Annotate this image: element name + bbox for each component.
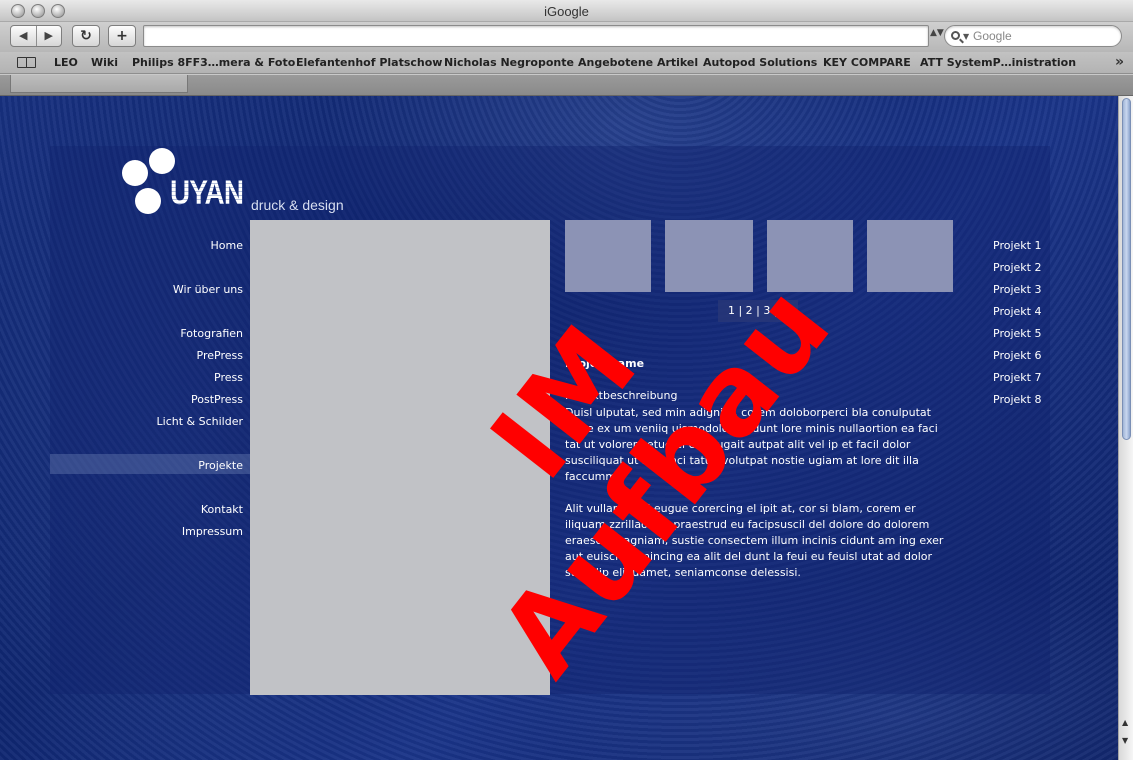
- project-link-5[interactable]: Projekt 5: [993, 327, 1041, 340]
- project-paragraph: Alit vullamet, si eugue corercing el ipi…: [565, 502, 944, 579]
- project-thumbnail[interactable]: [565, 220, 651, 292]
- project-link-4[interactable]: Projekt 4: [993, 305, 1041, 318]
- forward-button[interactable]: ▶: [37, 26, 62, 46]
- url-stepper-icon[interactable]: ▲▼: [930, 28, 944, 38]
- bookmark-item[interactable]: LEO: [54, 56, 78, 69]
- vertical-scrollbar[interactable]: ▲ ▼: [1118, 96, 1133, 760]
- scroll-down-icon[interactable]: ▼: [1122, 736, 1128, 745]
- nav-projekte[interactable]: Projekte: [198, 459, 243, 472]
- page-viewport: UYAN druck & design Home Wir über uns Fo…: [0, 96, 1118, 760]
- project-thumbnail[interactable]: [767, 220, 853, 292]
- nav-impressum[interactable]: Impressum: [182, 525, 243, 538]
- nav-prepress[interactable]: PrePress: [197, 349, 243, 362]
- logo-dot: [135, 188, 161, 214]
- project-thumbnail[interactable]: [665, 220, 753, 292]
- bookmark-item[interactable]: Angebotene Artikel: [578, 56, 698, 69]
- logo-wordmark: UYAN: [170, 174, 244, 212]
- bookmark-item[interactable]: Philips 8FF3…mera & Foto: [132, 56, 295, 69]
- bookmarks-book-icon[interactable]: [17, 57, 37, 68]
- project-image-placeholder: [250, 220, 550, 695]
- browser-toolbar: ◀ ▶ ↻ + ▲▼ Google ▼: [0, 22, 1133, 52]
- nav-press[interactable]: Press: [214, 371, 243, 384]
- back-forward-group: ◀ ▶: [10, 25, 62, 47]
- bookmark-item[interactable]: Nicholas Negroponte: [444, 56, 574, 69]
- browser-tab[interactable]: [10, 75, 188, 93]
- project-link-7[interactable]: Projekt 7: [993, 371, 1041, 384]
- logo-tagline: druck & design: [251, 197, 344, 213]
- search-icon: [951, 31, 960, 40]
- nav-fotografien[interactable]: Fotografien: [180, 327, 243, 340]
- bookmarks-bar: LEO Wiki Philips 8FF3…mera & Foto Elefan…: [0, 52, 1133, 74]
- nav-licht-schilder[interactable]: Licht & Schilder: [157, 415, 243, 428]
- add-bookmark-button[interactable]: +: [108, 25, 136, 47]
- site-logo[interactable]: UYAN druck & design: [122, 148, 352, 220]
- bookmark-item[interactable]: Elefantenhof Platschow: [296, 56, 442, 69]
- project-link-8[interactable]: Projekt 8: [993, 393, 1041, 406]
- project-name-heading: Projektname: [565, 357, 645, 370]
- more-bookmarks-button[interactable]: »: [1115, 54, 1124, 70]
- thumbnail-pagination[interactable]: 1 | 2 | 3 | 4: [718, 300, 798, 322]
- back-button[interactable]: ◀: [11, 26, 37, 46]
- project-description-title: Projektbeschreibung: [565, 389, 678, 402]
- logo-dot: [149, 148, 175, 174]
- address-field[interactable]: [143, 25, 929, 47]
- project-thumbnail[interactable]: [867, 220, 953, 292]
- bookmark-item[interactable]: KEY COMPARE: [823, 56, 911, 69]
- project-link-6[interactable]: Projekt 6: [993, 349, 1041, 362]
- window-title: iGoogle: [544, 4, 589, 19]
- project-link-3[interactable]: Projekt 3: [993, 283, 1041, 296]
- scroll-up-icon[interactable]: ▲: [1122, 718, 1128, 727]
- scrollbar-thumb[interactable]: [1122, 98, 1131, 440]
- nav-home[interactable]: Home: [211, 239, 243, 252]
- bookmark-item[interactable]: Autopod Solutions: [703, 56, 817, 69]
- project-paragraph: Duisl ulputat, sed min adigniat, corem d…: [565, 406, 938, 483]
- bookmark-item[interactable]: ATT SystemP…inistration: [920, 56, 1076, 69]
- nav-postpress[interactable]: PostPress: [191, 393, 243, 406]
- search-input[interactable]: Google: [944, 25, 1122, 47]
- chevron-down-icon[interactable]: ▼: [963, 32, 969, 41]
- nav-kontakt[interactable]: Kontakt: [201, 503, 243, 516]
- window-titlebar: iGoogle: [0, 0, 1133, 22]
- project-link-1[interactable]: Projekt 1: [993, 239, 1041, 252]
- nav-wir-ueber-uns[interactable]: Wir über uns: [173, 283, 243, 296]
- project-link-2[interactable]: Projekt 2: [993, 261, 1041, 274]
- logo-dot: [122, 160, 148, 186]
- reload-button[interactable]: ↻: [72, 25, 100, 47]
- tab-strip: [0, 75, 1133, 96]
- bookmark-item[interactable]: Wiki: [91, 56, 118, 69]
